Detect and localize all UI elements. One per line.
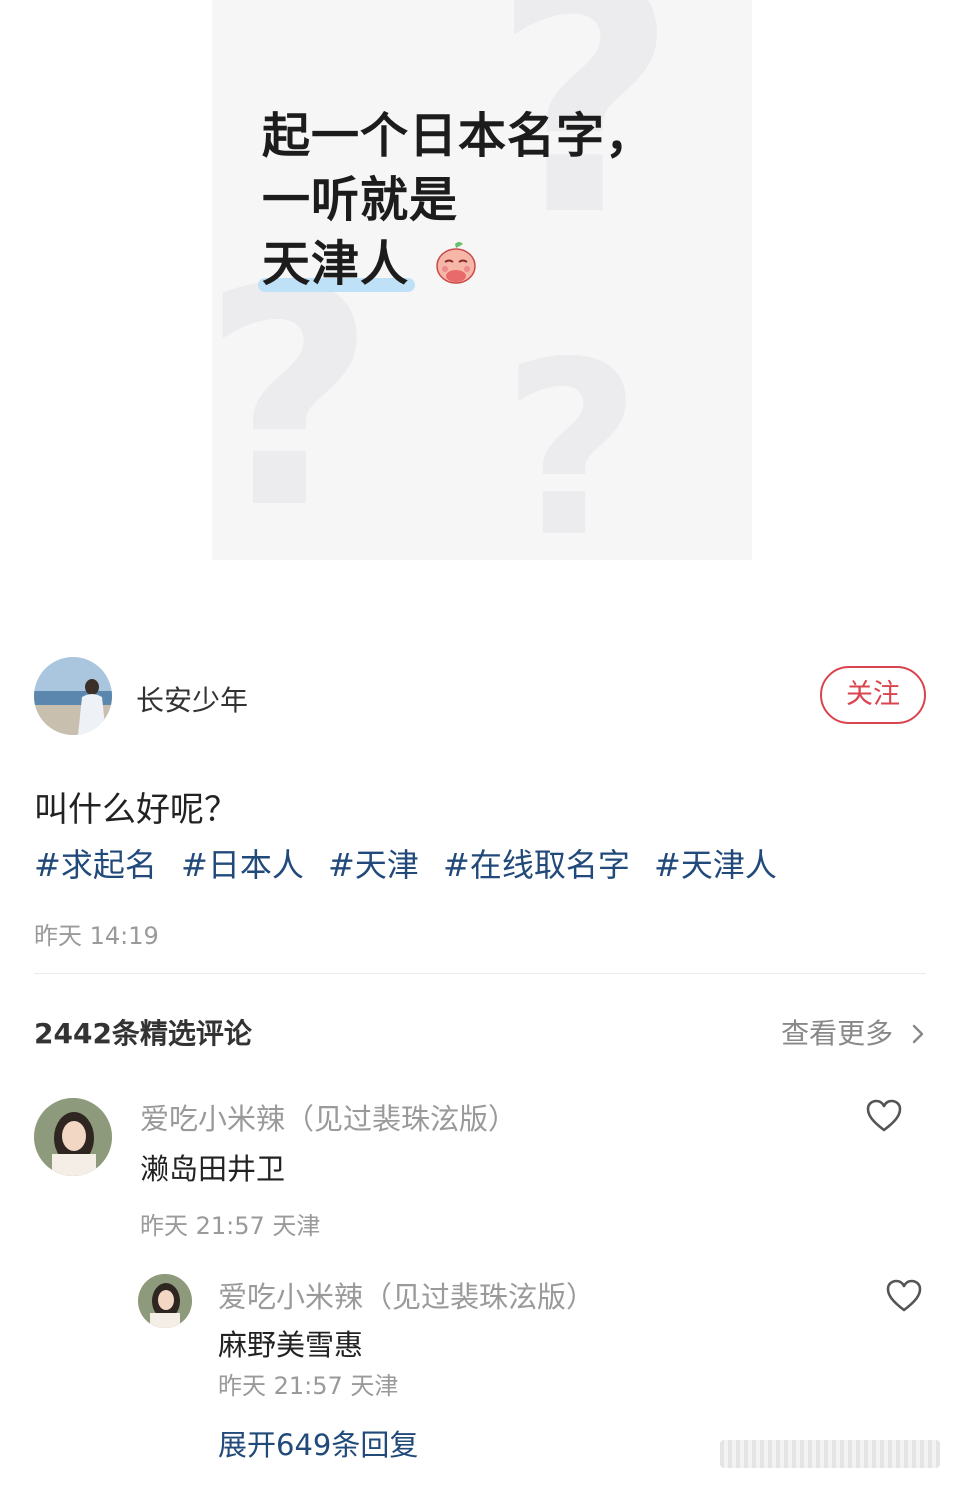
see-more-link[interactable]: 查看更多 — [781, 1012, 926, 1052]
author-row: 长安少年 关注 — [34, 657, 926, 737]
cover-title-line3: 天津人 — [262, 236, 410, 292]
see-more-label: 查看更多 — [781, 1017, 894, 1050]
reply-text: 麻野美雪惠 — [218, 1328, 364, 1362]
commenter-name[interactable]: 爱吃小米辣（见过裴珠泫版） — [140, 1096, 517, 1138]
divider — [34, 973, 926, 974]
hashtag-link[interactable]: #天津人 — [654, 846, 777, 884]
author-name[interactable]: 长安少年 — [136, 679, 248, 719]
reply-meta: 昨天 21:57 天津 — [218, 1372, 399, 1400]
post-timestamp: 昨天 14:19 — [34, 922, 159, 950]
reply-user-name[interactable]: 爱吃小米辣（见过裴珠泫版） — [218, 1274, 595, 1316]
peach-sticker-icon — [435, 242, 476, 284]
hashtag-link[interactable]: #求起名 — [34, 846, 157, 884]
heart-outline-icon[interactable] — [886, 1279, 922, 1313]
hashtag-link[interactable]: #日本人 — [181, 846, 304, 884]
commenter-avatar[interactable] — [34, 1098, 112, 1176]
post-cover-image[interactable]: ? ? ? 起一个日本名字， 一听就是 天津人 — [0, 0, 960, 620]
comments-count-header: 2442条精选评论 — [34, 1017, 252, 1050]
question-mark-decoration: ? — [502, 310, 642, 590]
post-text: 叫什么好呢？ — [34, 790, 238, 830]
reply-avatar[interactable] — [138, 1274, 192, 1328]
hashtag-list: #求起名 #日本人 #天津 #在线取名字 #天津人 — [34, 840, 791, 886]
hashtag-link[interactable]: #天津 — [328, 846, 419, 884]
cover-title: 起一个日本名字， 一听就是 天津人 — [257, 104, 655, 296]
cover-title-line2: 一听就是 — [262, 172, 459, 228]
hashtag-link[interactable]: #在线取名字 — [443, 846, 630, 884]
comment-meta: 昨天 21:57 天津 — [140, 1212, 321, 1240]
heart-outline-icon[interactable] — [866, 1099, 902, 1133]
expand-replies-link[interactable]: 展开649条回复 — [218, 1422, 418, 1464]
chevron-right-icon — [912, 1024, 924, 1044]
cover-title-line1: 起一个日本名字， — [262, 108, 655, 164]
comment-text: 濑岛田井卫 — [140, 1152, 286, 1186]
watermark-bar — [720, 1440, 940, 1468]
author-avatar[interactable] — [34, 657, 112, 735]
follow-button[interactable]: 关注 — [820, 666, 926, 724]
